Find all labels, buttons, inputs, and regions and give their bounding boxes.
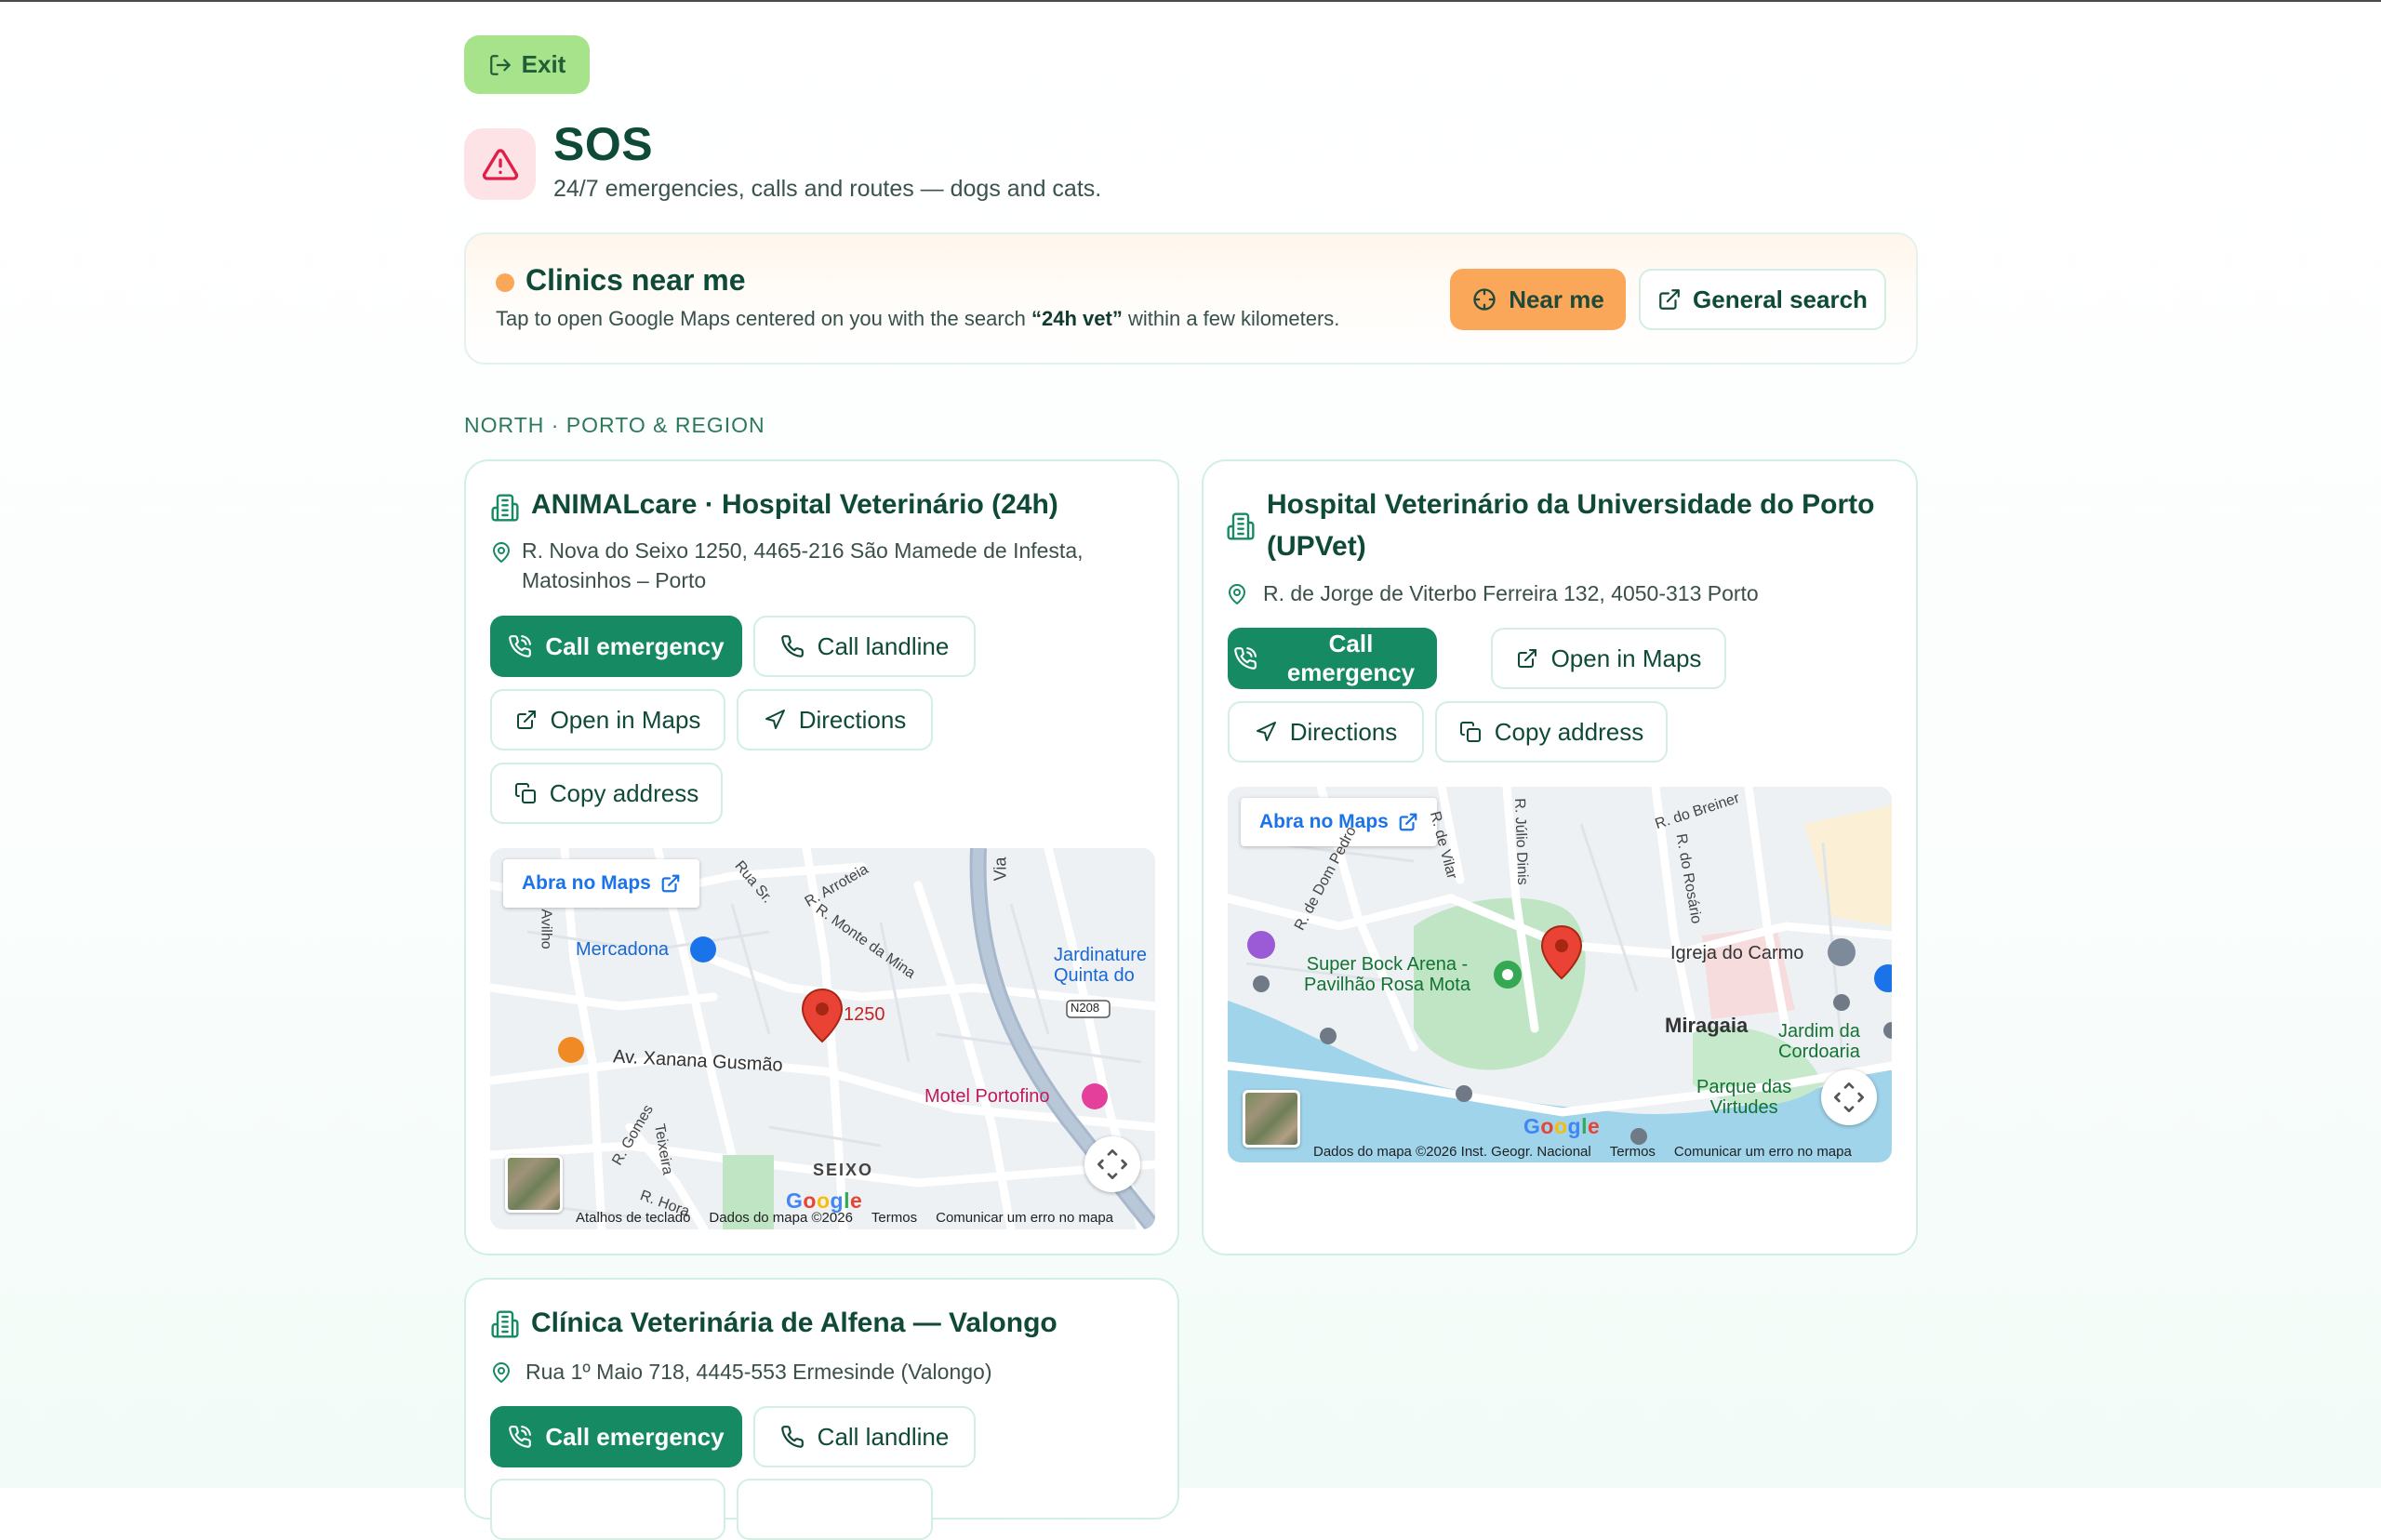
map-label-super-bock-arena: Super Bock Arena - Pavilhão Rosa Mota — [1304, 954, 1470, 995]
map-footer: Dados do mapa ©2026 Inst. Geogr. Naciona… — [1313, 1144, 1852, 1160]
fullscreen-icon[interactable] — [1084, 1136, 1140, 1192]
copy-address-button[interactable]: Copy address — [1435, 701, 1668, 763]
map-label-jardinature: Jardinature Quinta do — [1054, 945, 1148, 986]
hospital-icon — [490, 1309, 520, 1339]
google-logo: Google — [1523, 1114, 1601, 1138]
near-panel-title: Clinics near me — [525, 263, 746, 297]
external-link-icon — [1398, 812, 1418, 832]
exit-button[interactable]: Exit — [464, 35, 590, 94]
browser-top-border — [0, 0, 2381, 2]
clinic-name: Hospital Veterinário da Universidade do … — [1267, 489, 1875, 562]
directions-button[interactable]: Directions — [737, 689, 933, 750]
page-subtitle: 24/7 emergencies, calls and routes — dog… — [553, 176, 1102, 202]
open-in-maps-button[interactable]: Open in Maps — [1491, 628, 1726, 689]
terms-link[interactable]: Termos — [1610, 1144, 1656, 1160]
map-label-via: Via — [991, 856, 1010, 882]
near-me-button[interactable]: Near me — [1450, 269, 1626, 330]
search-term: “24h vet” — [1031, 307, 1123, 330]
report-error-link[interactable]: Comunicar um erro no mapa — [936, 1210, 1113, 1226]
copy-icon — [1459, 721, 1482, 743]
external-link-icon — [1516, 647, 1538, 670]
map-label-julio-dinis: R. Júlio Dinis — [1511, 798, 1531, 885]
map-label-motel: Motel Portofino — [924, 1086, 1050, 1107]
hospital-icon — [1226, 511, 1256, 541]
section-label: NORTH · PORTO & REGION — [464, 413, 765, 437]
phone-icon — [780, 634, 805, 658]
navigation-icon — [1255, 721, 1277, 743]
map-footer: Atalhos de teclado Dados do mapa ©2026 T… — [576, 1210, 1114, 1226]
clinic-address: Rua 1º Maio 718, 4445-553 Ermesinde (Val… — [525, 1360, 992, 1384]
clinics-near-me-panel: Clinics near me Tap to open Google Maps … — [464, 232, 1918, 365]
map-pin-icon — [1226, 583, 1248, 605]
map-label-street-number: 1250 — [844, 1004, 885, 1025]
copy-icon — [514, 782, 537, 804]
near-panel-description: Tap to open Google Maps centered on you … — [496, 307, 1340, 330]
phone-call-icon — [508, 1425, 532, 1449]
page-title: SOS — [553, 118, 654, 170]
call-emergency-button[interactable]: Call emergency — [1228, 628, 1437, 689]
phone-call-icon — [508, 634, 532, 658]
keyboard-shortcuts-link[interactable]: Atalhos de teclado — [576, 1210, 690, 1226]
directions-button[interactable]: Directions — [1228, 701, 1424, 763]
clinic-map[interactable]: Abra no Maps Mercadona Jardinature Quinta… — [490, 848, 1155, 1229]
external-link-icon — [1657, 287, 1682, 312]
fullscreen-icon[interactable] — [1821, 1069, 1877, 1125]
call-landline-button[interactable]: Call landline — [753, 1406, 976, 1467]
map-pin-icon — [490, 1361, 512, 1384]
map-label-road-number: N208 — [1071, 1001, 1100, 1015]
clinic-card-upvet: Hospital Veterinário da Universidade do … — [1202, 459, 1918, 1255]
status-dot — [496, 273, 514, 292]
map-label-miragaia: Miragaia — [1665, 1014, 1749, 1037]
clinic-card-animalcare: ANIMALcare · Hospital Veterinário (24h) … — [464, 459, 1179, 1255]
report-error-link[interactable]: Comunicar um erro no mapa — [1674, 1144, 1852, 1160]
map-label-jardim-cordoaria: Jardim da Cordoaria — [1778, 1021, 1860, 1062]
call-emergency-button[interactable]: Call emergency — [490, 1406, 742, 1467]
clinic-card-alfena: Clínica Veterinária de Alfena — Valongo … — [464, 1278, 1179, 1540]
map-label-parque-virtudes: Parque das Virtudes — [1696, 1077, 1792, 1118]
satellite-thumbnail[interactable] — [1243, 1090, 1300, 1148]
clinic-map[interactable]: Abra no Maps Super Bock Arena - Pavilhão … — [1228, 787, 1892, 1162]
phone-call-icon — [1233, 646, 1257, 670]
phone-icon — [780, 1425, 805, 1449]
map-label-mercadona: Mercadona — [576, 939, 670, 960]
clinic-address: R. Nova do Seixo 1250, 4465-216 São Mame… — [522, 538, 1084, 592]
clinic-name: ANIMALcare · Hospital Veterinário (24h) — [531, 489, 1058, 520]
logout-icon — [488, 53, 512, 77]
call-emergency-button[interactable]: Call emergency — [490, 616, 742, 677]
external-link-icon — [515, 709, 538, 731]
copy-address-button[interactable]: Copy address — [490, 763, 723, 824]
open-in-maps-button[interactable]: Open in Maps — [490, 689, 725, 750]
hospital-icon — [490, 493, 520, 523]
satellite-thumbnail[interactable] — [505, 1155, 563, 1213]
external-link-icon — [660, 873, 681, 894]
clinic-address: R. de Jorge de Viterbo Ferreira 132, 405… — [1263, 581, 1759, 605]
map-label-igreja-carmo: Igreja do Carmo — [1670, 943, 1804, 963]
general-search-button[interactable]: General search — [1639, 269, 1886, 330]
open-maps-link[interactable]: Abra no Maps — [503, 859, 699, 908]
navigation-icon — [764, 709, 786, 731]
map-pin-icon — [490, 541, 512, 564]
crosshair-icon — [1471, 286, 1497, 312]
warning-icon — [464, 128, 536, 200]
exit-label: Exit — [521, 50, 566, 78]
terms-link[interactable]: Termos — [871, 1210, 917, 1226]
map-label-seixo: SEIXO — [813, 1161, 874, 1179]
map-label-avilho: Avilho — [538, 909, 554, 949]
clinic-name: Clínica Veterinária de Alfena — Valongo — [531, 1308, 1057, 1338]
call-landline-button[interactable]: Call landline — [753, 616, 976, 677]
